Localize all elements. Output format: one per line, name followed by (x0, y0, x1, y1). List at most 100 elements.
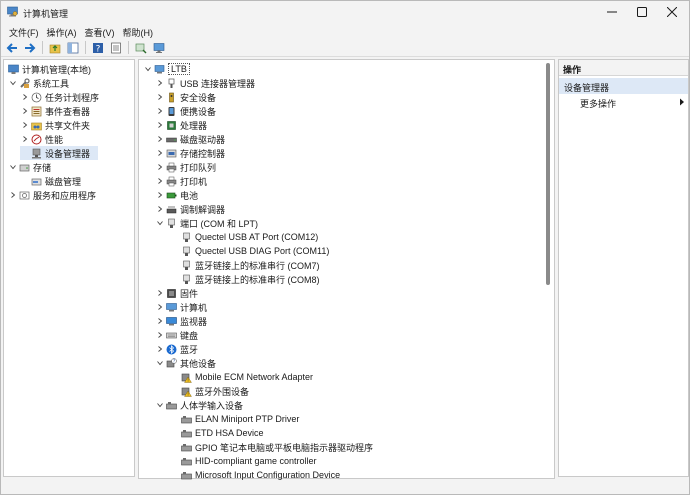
menu-action[interactable]: 操作(A) (43, 23, 81, 39)
tree-item-event-viewer[interactable]: 事件查看器 (20, 104, 90, 118)
properties-button[interactable] (108, 40, 124, 56)
collapse-chevron-icon[interactable] (155, 219, 164, 228)
expand-chevron-icon[interactable] (155, 79, 164, 88)
tree-root[interactable]: 计算机管理(本地) (6, 62, 91, 76)
expand-chevron-icon[interactable] (155, 331, 164, 340)
expand-chevron-icon[interactable] (155, 177, 164, 186)
expand-chevron-icon[interactable] (155, 93, 164, 102)
svg-text:?: ? (173, 358, 175, 363)
device-category-portable[interactable]: 便携设备 (155, 104, 216, 118)
scan-hardware-button[interactable] (133, 40, 149, 56)
tree-item-device-manager[interactable]: 设备管理器 (20, 146, 98, 160)
expand-chevron-icon[interactable] (155, 107, 164, 116)
menu-view[interactable]: 查看(V) (81, 23, 119, 39)
device-category-other-devices[interactable]: ? 其他设备 (155, 356, 216, 370)
back-button[interactable] (4, 40, 20, 56)
tree-item-label: 共享文件夹 (45, 120, 91, 131)
device-item[interactable]: ELAN Miniport PTP Driver (179, 412, 299, 426)
device-category-label: USB 连接器管理器 (180, 78, 256, 89)
monitor-button[interactable] (151, 40, 167, 56)
device-category-modems[interactable]: 调制解调器 (155, 202, 225, 216)
device-category-storage-controllers[interactable]: 存储控制器 (155, 146, 225, 160)
device-category-ports[interactable]: 端口 (COM 和 LPT) (155, 216, 258, 230)
device-category-bluetooth[interactable]: 蓝牙 (155, 342, 198, 356)
expand-chevron-icon[interactable] (155, 303, 164, 312)
help-button[interactable]: ? (90, 40, 106, 56)
computer-icon (166, 302, 177, 311)
toolbar-separator (42, 41, 43, 54)
expand-chevron-icon[interactable] (20, 121, 29, 130)
tree-item-disk-management[interactable]: 磁盘管理 (20, 174, 81, 188)
device-item[interactable]: Quectel USB AT Port (COM12) (179, 230, 318, 244)
collapse-chevron-icon[interactable] (8, 163, 17, 172)
expand-chevron-icon[interactable] (8, 191, 17, 200)
device-category-computer[interactable]: 计算机 (155, 300, 207, 314)
expand-chevron-icon[interactable] (155, 205, 164, 214)
forward-arrow-icon (25, 42, 36, 53)
tree-item-system-tools[interactable]: 系统工具 (8, 76, 69, 90)
device-item-label: GPIO 笔记本电脑或平板电脑指示器驱动程序 (195, 442, 374, 453)
device-category-printers[interactable]: 打印机 (155, 174, 207, 188)
tree-item-task-scheduler[interactable]: 任务计划程序 (20, 90, 99, 104)
show-hide-tree-button[interactable] (65, 40, 81, 56)
expand-chevron-icon[interactable] (155, 345, 164, 354)
device-item[interactable]: HID-compliant game controller (179, 454, 317, 468)
device-category-hid[interactable]: 人体学输入设备 (155, 398, 243, 412)
collapse-chevron-icon[interactable] (155, 401, 164, 410)
expand-chevron-icon[interactable] (155, 149, 164, 158)
more-actions-link[interactable]: 更多操作 (580, 97, 616, 110)
device-category-print-queues[interactable]: 打印队列 (155, 160, 216, 174)
device-item[interactable]: ! 蓝牙外围设备 (179, 384, 249, 398)
tree-item-storage[interactable]: 存储 (8, 160, 51, 174)
help-icon: ? (93, 42, 103, 54)
tree-item-services-apps[interactable]: 服务和应用程序 (8, 188, 96, 202)
expand-chevron-icon[interactable] (155, 121, 164, 130)
printer-icon (166, 176, 177, 186)
device-item[interactable]: 蓝牙链接上的标准串行 (COM7) (179, 258, 320, 272)
tree-item-shared-folders[interactable]: 共享文件夹 (20, 118, 90, 132)
device-item-label: Microsoft Input Configuration Device (195, 470, 341, 480)
device-category-firmware[interactable]: 固件 (155, 286, 198, 300)
collapse-chevron-icon[interactable] (155, 359, 164, 368)
usb-connector-icon (168, 78, 175, 88)
expand-chevron-icon[interactable] (20, 135, 29, 144)
device-category-processor[interactable]: 处理器 (155, 118, 207, 132)
device-item[interactable]: GPIO 笔记本电脑或平板电脑指示器驱动程序 (179, 440, 373, 454)
expand-chevron-icon[interactable] (155, 135, 164, 144)
device-category-usb-connector[interactable]: USB 连接器管理器 (155, 76, 255, 90)
tree-item-performance[interactable]: 性能 (20, 132, 63, 146)
expand-chevron-icon[interactable] (155, 317, 164, 326)
device-item[interactable]: Microsoft Input Configuration Device (179, 468, 340, 482)
forward-button[interactable] (22, 40, 38, 56)
close-button[interactable] (657, 1, 687, 23)
device-item-label: 蓝牙外围设备 (195, 386, 250, 397)
show-hide-tree-icon (67, 42, 79, 53)
expand-chevron-icon[interactable] (155, 191, 164, 200)
expand-chevron-icon[interactable] (20, 107, 29, 116)
device-item[interactable]: Quectel USB DIAG Port (COM11) (179, 244, 329, 258)
services-apps-icon (19, 191, 30, 199)
tree-item-label: 服务和应用程序 (33, 190, 97, 201)
expand-chevron-icon[interactable] (155, 163, 164, 172)
maximize-button[interactable] (627, 1, 657, 23)
expand-chevron-icon[interactable] (155, 289, 164, 298)
up-level-button[interactable] (47, 40, 63, 56)
device-category-batteries[interactable]: 电池 (155, 188, 198, 202)
device-item[interactable]: ETD HSA Device (179, 426, 264, 440)
collapse-chevron-icon[interactable] (8, 79, 17, 88)
collapse-chevron-icon[interactable] (143, 65, 152, 74)
expand-chevron-icon[interactable] (20, 93, 29, 102)
device-tree-root[interactable]: LTB (143, 62, 190, 76)
device-category-disk-drives[interactable]: 磁盘驱动器 (155, 132, 225, 146)
actions-section-device-manager[interactable]: 设备管理器 (559, 78, 688, 94)
menu-help[interactable]: 帮助(H) (119, 23, 158, 39)
device-item[interactable]: ! Mobile ECM Network Adapter (179, 370, 313, 384)
device-category-monitors[interactable]: 监视器 (155, 314, 207, 328)
device-category-keyboards[interactable]: 键盘 (155, 328, 198, 342)
device-item-label: ETD HSA Device (195, 428, 264, 438)
device-category-security[interactable]: 安全设备 (155, 90, 216, 104)
minimize-button[interactable] (597, 1, 627, 23)
vertical-scrollbar-thumb[interactable] (546, 63, 550, 285)
device-item[interactable]: 蓝牙链接上的标准串行 (COM8) (179, 272, 320, 286)
menu-file[interactable]: 文件(F) (5, 23, 43, 39)
